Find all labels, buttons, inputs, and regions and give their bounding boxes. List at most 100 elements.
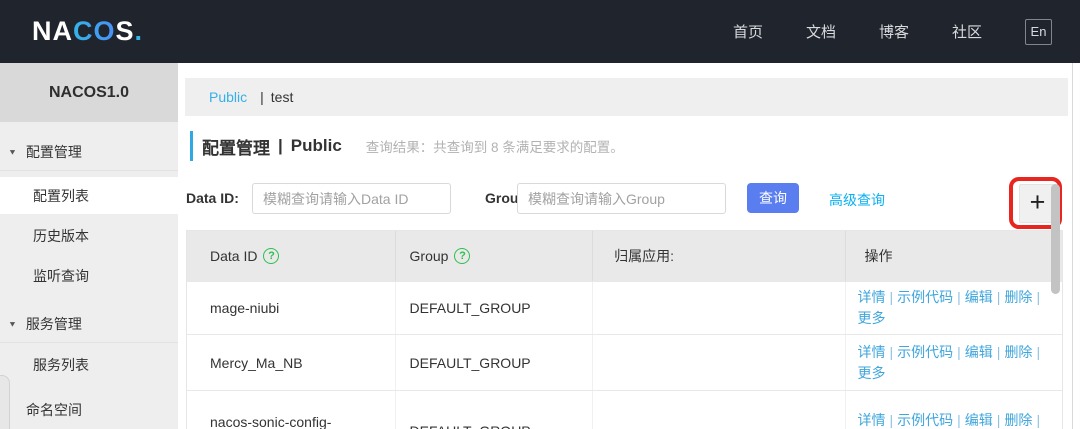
detail-link[interactable]: 详情 [858, 412, 886, 428]
sidebar-item-label: 服务管理 [26, 314, 82, 334]
action-separator: | [957, 344, 961, 360]
advanced-query-link[interactable]: 高级查询 [829, 190, 885, 210]
sidebar-item-label: 命名空间 [26, 400, 82, 420]
cell-data-id: mage-niubi [187, 282, 395, 334]
group-input[interactable] [517, 183, 726, 214]
sidebar-item-label: 服务列表 [33, 355, 89, 375]
action-separator: | [890, 344, 894, 360]
table-row: Mercy_Ma_NB DEFAULT_GROUP 详情|示例代码|编辑|删除|… [187, 334, 1062, 390]
sidebar-item-config-management[interactable]: ▼ 配置管理 [0, 134, 178, 171]
edit-link[interactable]: 编辑 [965, 412, 993, 428]
sidebar-item-service-management[interactable]: ▼ 服务管理 [0, 306, 178, 343]
sidebar-item-listener-query[interactable]: 监听查询 [0, 257, 178, 294]
table-row: nacos-sonic-config-example.properties DE… [187, 390, 1062, 429]
column-header-application: 归属应用: [592, 231, 844, 281]
config-table: Data ID ? Group ? 归属应用: 操作 mage-niubi DE… [186, 230, 1063, 429]
help-icon[interactable]: ? [454, 248, 470, 264]
cell-group: DEFAULT_GROUP [395, 335, 593, 390]
content-right-border [1072, 63, 1073, 429]
logo-text-na: NA [32, 16, 73, 46]
title-accent-bar [190, 131, 193, 161]
sidebar-item-history-versions[interactable]: 历史版本 [0, 217, 178, 254]
sidebar-item-label: 历史版本 [33, 226, 89, 246]
column-header-data-id: Data ID ? [187, 231, 395, 281]
main-content: Public | test 配置管理 | Public 查询结果：共查询到 8 … [185, 63, 1072, 429]
column-header-group: Group ? [395, 231, 593, 281]
cell-application [592, 282, 844, 334]
action-separator: | [1036, 344, 1040, 360]
detail-link[interactable]: 详情 [858, 344, 886, 360]
query-result-summary: 查询结果：共查询到 8 条满足要求的配置。 [366, 136, 624, 156]
action-separator: | [997, 344, 1001, 360]
action-separator: | [1036, 412, 1040, 428]
caret-down-icon: ▼ [8, 148, 17, 157]
caret-down-icon: ▼ [8, 320, 17, 329]
action-separator: | [957, 289, 961, 305]
nacos-logo[interactable]: NACOS. [32, 16, 143, 47]
sample-code-link[interactable]: 示例代码 [897, 412, 953, 428]
action-separator: | [997, 289, 1001, 305]
column-header-label: 归属应用: [614, 246, 674, 266]
sidebar-version-title: NACOS1.0 [0, 63, 178, 122]
sidebar-item-namespace[interactable]: 命名空间 [0, 391, 178, 428]
query-button[interactable]: 查询 [747, 183, 799, 213]
logo-infinity-icon: CO [73, 16, 116, 46]
cell-application [592, 391, 844, 429]
help-icon[interactable]: ? [263, 248, 279, 264]
search-toolbar: Data ID: Group: 查询 高级查询 + [186, 183, 1066, 214]
page-subtitle: Public [291, 136, 342, 156]
delete-link[interactable]: 删除 [1004, 344, 1032, 360]
sample-code-link[interactable]: 示例代码 [897, 289, 953, 305]
edit-link[interactable]: 编辑 [965, 344, 993, 360]
column-header-actions: 操作 [845, 231, 1063, 281]
cell-data-id: Mercy_Ma_NB [187, 335, 395, 390]
table-row: mage-niubi DEFAULT_GROUP 详情|示例代码|编辑|删除| … [187, 281, 1062, 334]
logo-dot: . [135, 16, 144, 46]
breadcrumb: Public | test [185, 78, 1068, 116]
page-title: 配置管理 [202, 134, 270, 159]
sidebar-collapse-handle[interactable] [0, 375, 10, 429]
action-separator: | [1036, 289, 1040, 305]
cell-actions: 详情|示例代码|编辑|删除| 更多 [845, 391, 1062, 429]
delete-link[interactable]: 删除 [1004, 412, 1032, 428]
cell-group: DEFAULT_GROUP [395, 282, 593, 334]
cell-data-id: nacos-sonic-config-example.properties [187, 391, 395, 429]
nav-item-home[interactable]: 首页 [733, 21, 763, 42]
cell-group: DEFAULT_GROUP [395, 391, 593, 429]
nav-item-blog[interactable]: 博客 [879, 21, 909, 42]
action-separator: | [890, 289, 894, 305]
breadcrumb-namespace-link[interactable]: Public [209, 89, 247, 105]
action-separator: | [957, 412, 961, 428]
title-separator: | [278, 136, 283, 156]
sidebar-item-label: 配置列表 [33, 186, 89, 206]
cell-application [592, 335, 844, 390]
breadcrumb-separator: | [260, 89, 264, 105]
more-link[interactable]: 更多 [858, 365, 886, 381]
sidebar-item-service-list[interactable]: 服务列表 [0, 346, 178, 383]
nav-item-docs[interactable]: 文档 [806, 21, 836, 42]
sidebar-item-label: 监听查询 [33, 266, 89, 286]
more-link[interactable]: 更多 [858, 310, 886, 326]
sample-code-link[interactable]: 示例代码 [897, 344, 953, 360]
page-header: 配置管理 | Public 查询结果：共查询到 8 条满足要求的配置。 [190, 130, 624, 162]
language-toggle-button[interactable]: En [1025, 19, 1052, 45]
column-header-label: Group [410, 248, 449, 264]
navbar-menu: 首页 文档 博客 社区 En [733, 19, 1080, 45]
cell-actions: 详情|示例代码|编辑|删除| 更多 [845, 335, 1062, 390]
logo-text-s: S [116, 16, 135, 46]
column-header-label: Data ID [210, 248, 257, 264]
sidebar-item-config-list[interactable]: 配置列表 [0, 177, 178, 214]
cell-actions: 详情|示例代码|编辑|删除| 更多 [845, 282, 1062, 334]
top-navbar: NACOS. 首页 文档 博客 社区 En [0, 0, 1080, 63]
sidebar: NACOS1.0 ▼ 配置管理 配置列表 历史版本 监听查询 ▼ 服务管理 服务… [0, 63, 178, 429]
edit-link[interactable]: 编辑 [965, 289, 993, 305]
table-scrollbar-thumb[interactable] [1051, 184, 1060, 294]
detail-link[interactable]: 详情 [858, 289, 886, 305]
table-header-row: Data ID ? Group ? 归属应用: 操作 [187, 231, 1062, 281]
nav-item-community[interactable]: 社区 [952, 21, 982, 42]
action-separator: | [997, 412, 1001, 428]
breadcrumb-current: test [271, 89, 294, 105]
data-id-input[interactable] [252, 183, 451, 214]
delete-link[interactable]: 删除 [1004, 289, 1032, 305]
action-separator: | [890, 412, 894, 428]
